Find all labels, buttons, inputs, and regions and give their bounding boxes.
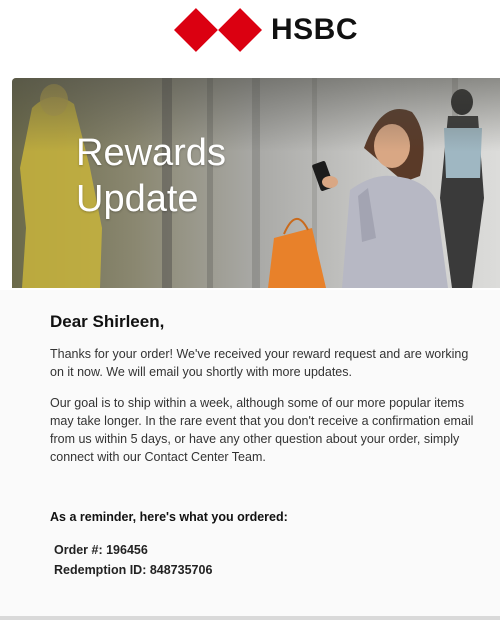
hero-title-line2: Update bbox=[76, 178, 199, 220]
order-reminder-heading: As a reminder, here's what you ordered: bbox=[50, 510, 288, 524]
hero-title: Rewards Update bbox=[76, 130, 226, 222]
brand-name: HSBC bbox=[271, 13, 359, 46]
order-number: Order #: 196456 bbox=[54, 543, 148, 557]
greeting: Dear Shirleen, bbox=[50, 312, 165, 331]
footer-divider bbox=[0, 616, 500, 620]
hero-banner: Rewards Update bbox=[12, 78, 500, 288]
hero-title-line1: Rewards bbox=[76, 132, 226, 174]
paragraph-confirmation: Thanks for your order! We've received yo… bbox=[50, 347, 469, 379]
hsbc-hexagon-icon bbox=[174, 8, 262, 52]
redemption-id: Redemption ID: 848735706 bbox=[54, 563, 213, 577]
hsbc-logo: HSBC bbox=[174, 8, 358, 52]
email-body: Dear Shirleen, Thanks for your order! We… bbox=[0, 290, 500, 616]
email-header: HSBC bbox=[0, 0, 500, 74]
paragraph-shipping-info: Our goal is to ship within a week, altho… bbox=[50, 396, 474, 464]
order-details: Order #: 196456 Redemption ID: 848735706 bbox=[54, 540, 212, 580]
